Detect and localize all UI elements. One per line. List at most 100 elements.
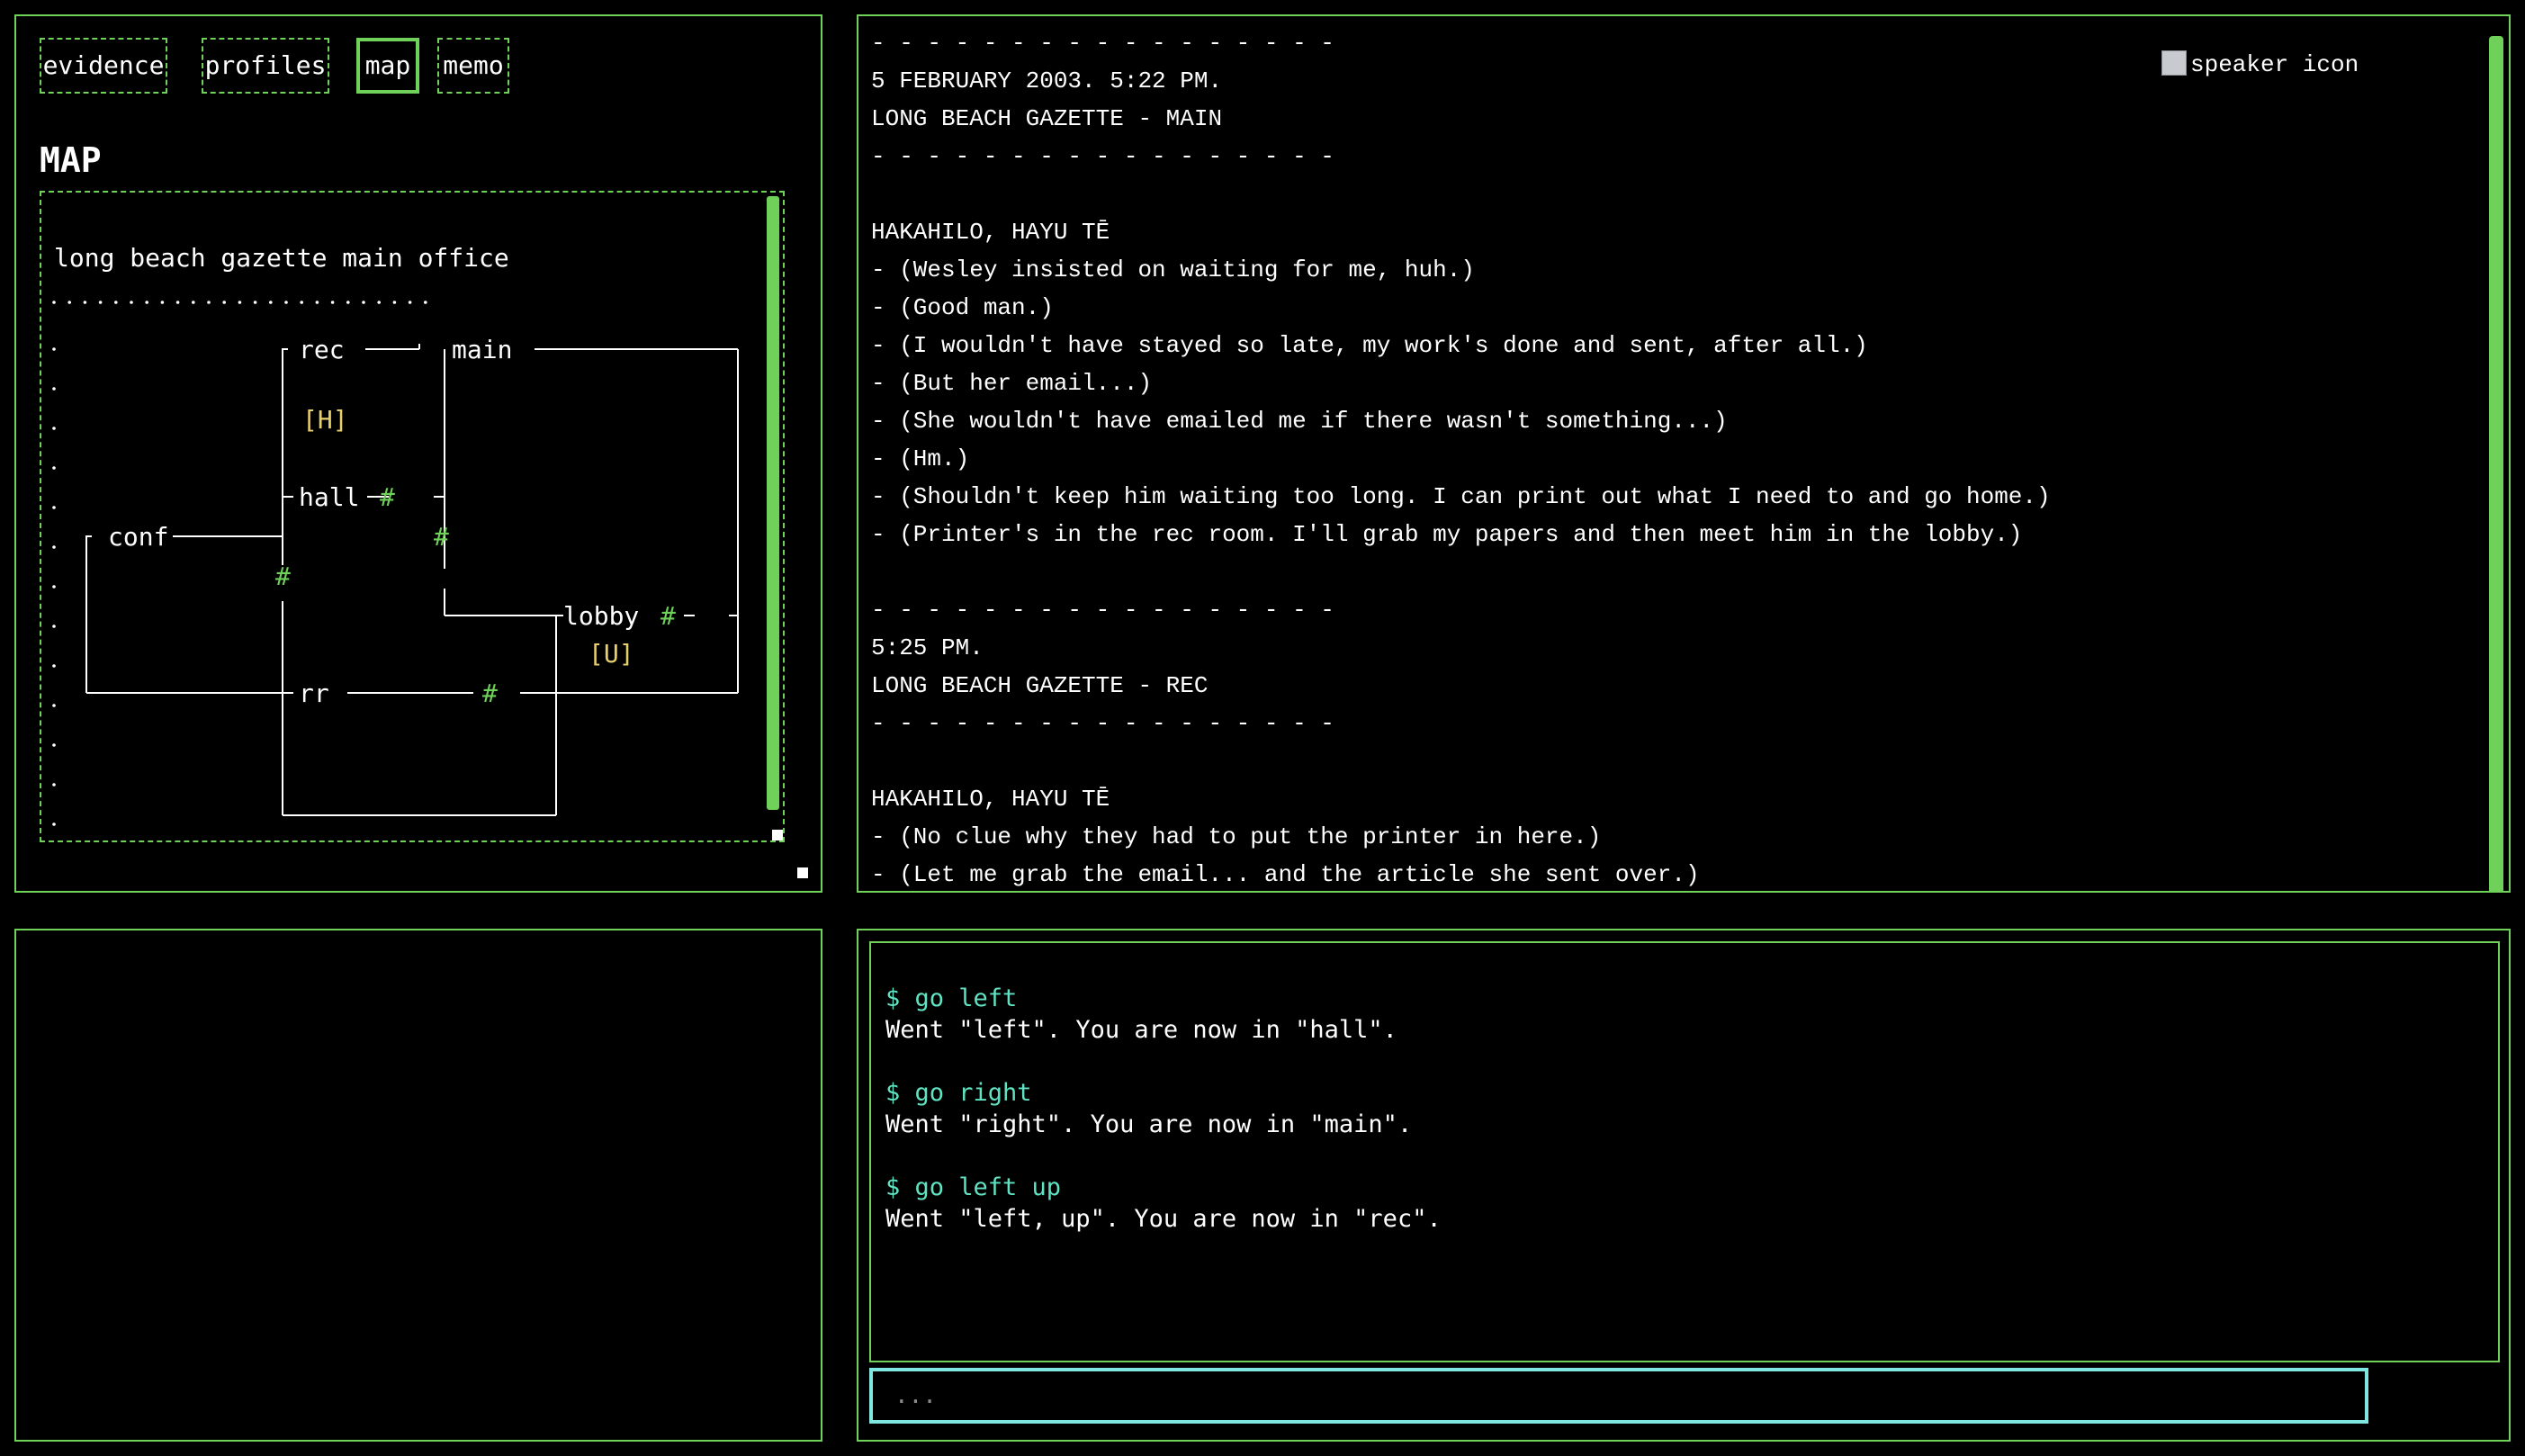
speaker-alt-text: speaker icon: [2190, 51, 2359, 78]
map-dot: [52, 301, 56, 304]
map-dot: [52, 783, 56, 786]
story-log-panel: - - - - - - - - - - - - - - - - - 5 FEBRU…: [857, 14, 2511, 893]
tab-profiles[interactable]: profiles: [202, 38, 329, 94]
empty-panel: [14, 929, 822, 1442]
tab-evidence[interactable]: evidence: [40, 38, 167, 94]
room-label-hall[interactable]: hall: [299, 482, 359, 512]
map-dot: [52, 347, 56, 351]
log-line: - (I wouldn't have stayed so late, my wo…: [871, 332, 1868, 359]
terminal-command: $ go left: [885, 984, 1018, 1012]
log-line: - (Wesley insisted on waiting for me, hu…: [871, 256, 1475, 283]
map-heading: MAP: [40, 140, 102, 180]
map-resize-handle[interactable]: [772, 830, 783, 840]
map-dot: [67, 301, 71, 304]
log-line: - (Let me grab the email... and the arti…: [871, 861, 1700, 888]
terminal-output-line: Went "left, up". You are now in "rec".: [885, 1205, 1442, 1233]
map-dot: [192, 301, 195, 304]
terminal-output-line: Went "left". You are now in "hall".: [885, 1016, 1397, 1044]
map-dot: [52, 387, 56, 391]
log-scrollbar[interactable]: [2489, 36, 2503, 891]
map-dot: [222, 301, 226, 304]
map-dot: [52, 545, 56, 549]
door-marker: #: [660, 601, 676, 631]
terminal-panel: $ go left Went "left". You are now in "ha…: [857, 929, 2511, 1442]
map-dot: [52, 625, 56, 628]
terminal-command: $ go left up: [885, 1173, 1062, 1201]
character-marker-h: [H]: [302, 405, 348, 435]
map-dot: [330, 301, 335, 304]
map-dot: [52, 704, 56, 707]
map-dot: [253, 301, 257, 304]
room-label-rec[interactable]: rec: [299, 335, 345, 364]
map-dot: [130, 301, 133, 304]
log-line: - - - - - - - - - - - - - - - - -: [871, 597, 1334, 624]
map-dot: [52, 506, 56, 509]
door-marker: #: [380, 482, 395, 512]
door-marker: #: [482, 679, 498, 708]
log-line: - (Printer's in the rec room. I'll grab …: [871, 521, 2023, 548]
log-line: HAKAHILO, HAYU TĒ: [871, 219, 1110, 246]
door-marker: #: [275, 562, 291, 591]
log-line: - (She wouldn't have emailed me if there…: [871, 408, 1728, 435]
room-label-lobby[interactable]: lobby: [563, 601, 639, 631]
map-dot: [424, 301, 427, 304]
terminal-output: $ go left Went "left". You are now in "ha…: [869, 941, 2500, 1362]
map-dot: [269, 301, 273, 304]
map-diagram: long beach gazette main office rec main …: [52, 243, 739, 826]
map-dot: [83, 301, 87, 304]
log-line: LONG BEACH GAZETTE - REC: [871, 672, 1209, 699]
log-line: - (No clue why they had to put the print…: [871, 823, 1602, 850]
tab-map[interactable]: map: [356, 38, 419, 94]
map-dot: [392, 301, 397, 304]
map-title: long beach gazette main office: [54, 243, 509, 273]
map-dot: [408, 301, 412, 304]
map-dot: [315, 301, 319, 304]
map-dot: [362, 301, 365, 304]
room-label-rr[interactable]: rr: [299, 679, 329, 708]
log-line: - - - - - - - - - - - - - - - - -: [871, 143, 1334, 170]
log-line: LONG BEACH GAZETTE - MAIN: [871, 105, 1223, 132]
log-line: HAKAHILO, HAYU TĒ: [871, 786, 1110, 813]
terminal-output-line: Went "right". You are now in "main".: [885, 1110, 1413, 1138]
character-marker-u: [U]: [589, 639, 634, 669]
room-label-main[interactable]: main: [452, 335, 512, 364]
map-scrollbar[interactable]: [767, 196, 779, 810]
command-input[interactable]: [869, 1368, 2368, 1424]
map-dot: [52, 466, 56, 470]
log-line: 5:25 PM.: [871, 634, 984, 661]
map-dot: [207, 301, 211, 304]
terminal-command: $ go right: [885, 1079, 1032, 1107]
speaker-image: speaker icon: [2161, 47, 2359, 83]
map-dot: [52, 664, 56, 668]
log-line: - (But her email...): [871, 370, 1153, 397]
map-dot: [52, 743, 56, 747]
log-line: 5 FEBRUARY 2003. 5:22 PM.: [871, 67, 1223, 94]
log-line: - (Good man.): [871, 294, 1054, 321]
map-viewport[interactable]: long beach gazette main office rec main …: [40, 191, 785, 842]
map-panel: evidence profiles map memo MAP long beac…: [14, 14, 822, 893]
map-dot: [300, 301, 304, 304]
tab-memo[interactable]: memo: [437, 38, 509, 94]
log-line: - (Shouldn't keep him waiting too long. …: [871, 483, 2051, 510]
map-walls: [85, 344, 739, 816]
map-dot: [160, 301, 165, 304]
log-line: - - - - - - - - - - - - - - - - -: [871, 30, 1334, 57]
map-dot: [377, 301, 382, 304]
broken-image-icon: [2161, 50, 2187, 76]
room-label-conf[interactable]: conf: [108, 522, 168, 552]
map-dot: [114, 301, 118, 304]
log-line: - (Hm.): [871, 445, 970, 472]
map-dot: [52, 427, 56, 430]
map-dot: [346, 301, 350, 304]
map-dotted-guide: [52, 301, 427, 826]
door-marker: #: [434, 522, 449, 552]
panel-resize-handle[interactable]: [797, 867, 808, 878]
map-dot: [284, 301, 288, 304]
map-dot: [52, 585, 56, 589]
map-dot: [98, 301, 103, 304]
log-line: - - - - - - - - - - - - - - - - -: [871, 710, 1334, 737]
map-dot: [145, 301, 148, 304]
map-dot: [52, 822, 56, 826]
map-dot: [175, 301, 180, 304]
map-dot: [238, 301, 242, 304]
